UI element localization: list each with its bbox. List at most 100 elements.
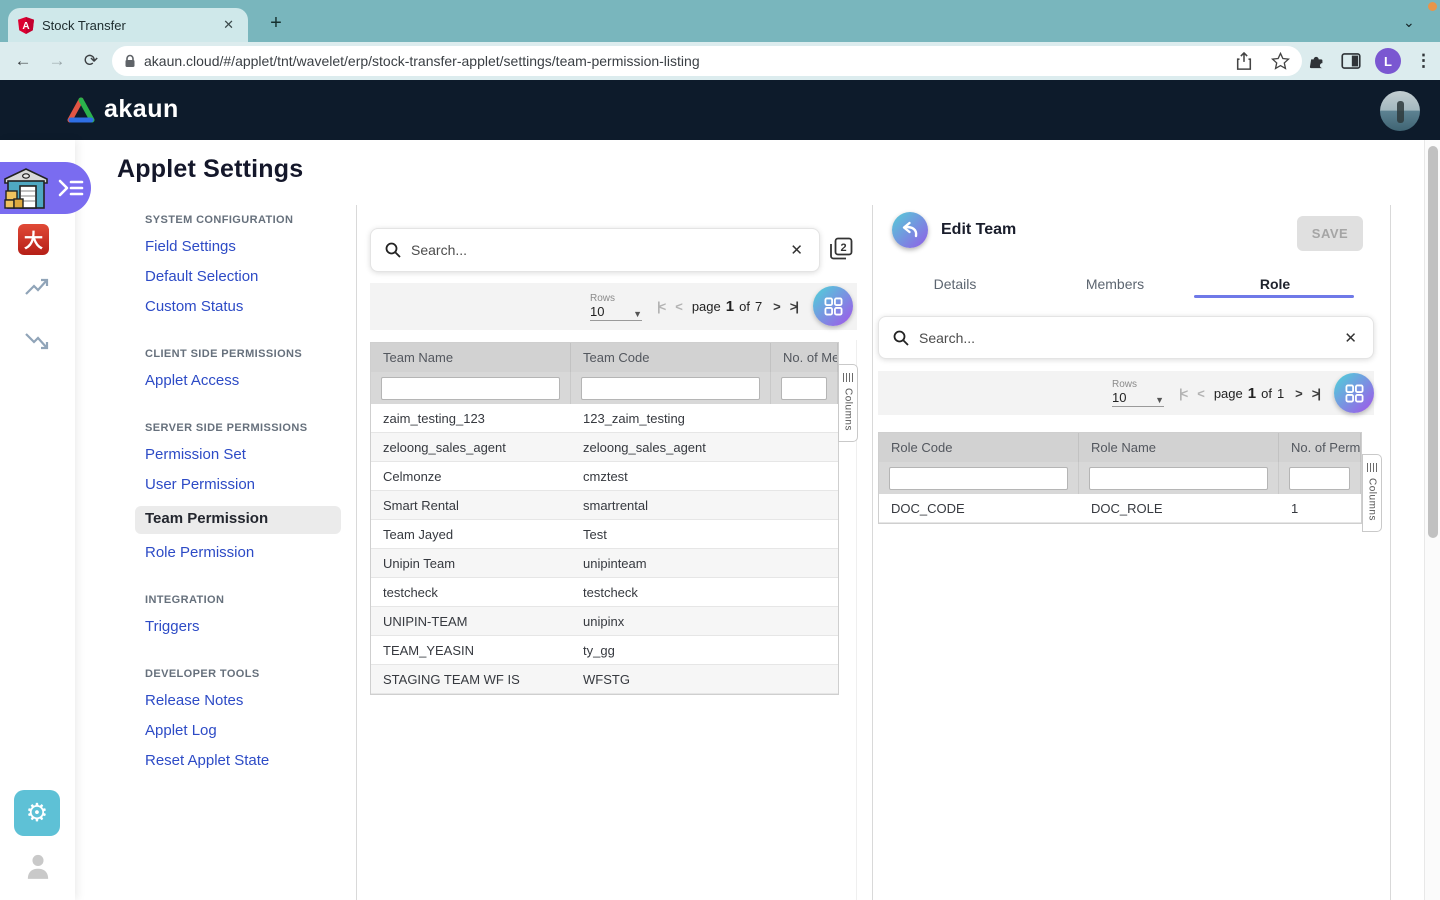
sidebar-item-field-settings[interactable]: Field Settings: [145, 238, 355, 258]
column-filter-input-no-of-members[interactable]: [781, 377, 827, 400]
share-icon[interactable]: [1235, 51, 1253, 71]
table-row[interactable]: STAGING TEAM WF ISWFSTG: [371, 665, 838, 694]
back-icon[interactable]: ←: [6, 51, 40, 71]
sidebar-item-default-selection[interactable]: Default Selection: [145, 268, 355, 288]
team-search-input[interactable]: [409, 241, 788, 259]
tab-details[interactable]: Details: [875, 270, 1035, 298]
sidebar-item-applet-log[interactable]: Applet Log: [145, 722, 355, 742]
column-header-no-of-members[interactable]: No. of Members: [771, 343, 838, 372]
role-columns-tab[interactable]: Columns: [1362, 454, 1382, 532]
settings-gear-button[interactable]: ⚙: [14, 790, 60, 836]
angular-icon: A: [18, 17, 34, 34]
side-panel-icon[interactable]: [1341, 52, 1361, 70]
tab-members[interactable]: Members: [1035, 270, 1195, 298]
trend-up-icon[interactable]: [24, 276, 50, 298]
table-row[interactable]: Unipin Teamunipinteam: [371, 549, 838, 578]
table-row[interactable]: testchecktestcheck: [371, 578, 838, 607]
filter-cell: [371, 372, 571, 404]
active-applet-pill[interactable]: [0, 162, 91, 214]
sidebar-item-custom-status[interactable]: Custom Status: [145, 298, 355, 318]
browser-tab[interactable]: A Stock Transfer ✕: [8, 8, 248, 42]
sidebar-item-team-permission[interactable]: Team Permission: [135, 506, 341, 534]
user-avatar[interactable]: [1380, 91, 1420, 131]
table-row[interactable]: zaim_testing_123123_zaim_testing: [371, 404, 838, 433]
sidebar-item-permission-set[interactable]: Permission Set: [145, 446, 355, 466]
table-cell: smartrental: [571, 491, 771, 519]
settings-nav: SYSTEM CONFIGURATION Field Settings Defaul…: [145, 214, 355, 772]
last-page-icon[interactable]: >|: [1312, 386, 1319, 401]
edit-team-title: Edit Team: [941, 221, 1016, 239]
column-header-team-code[interactable]: Team Code: [571, 343, 771, 372]
sidebar-item-release-notes[interactable]: Release Notes: [145, 692, 355, 712]
grid-view-button[interactable]: [813, 286, 853, 326]
table-cell: [771, 636, 838, 664]
sidebar-item-triggers[interactable]: Triggers: [145, 618, 355, 638]
columns-tab-label: Columns: [843, 388, 854, 431]
sidebar-item-applet-access[interactable]: Applet Access: [145, 372, 355, 392]
screen: A Stock Transfer ✕ + ⌄ ← → ⟳ akaun.cloud…: [0, 0, 1440, 900]
extensions-puzzle-icon[interactable]: [1307, 51, 1327, 71]
table-row[interactable]: Smart Rentalsmartrental: [371, 491, 838, 520]
clear-search-icon[interactable]: ✕: [788, 241, 805, 259]
column-header-team-name[interactable]: Team Name: [371, 343, 571, 372]
prev-page-icon[interactable]: <: [1197, 386, 1203, 401]
back-arrow-icon: [900, 221, 920, 239]
sidebar-item-user-permission[interactable]: User Permission: [145, 476, 355, 496]
browser-profile-avatar[interactable]: L: [1375, 48, 1401, 74]
rows-per-page-select[interactable]: 10 ▼: [1112, 390, 1164, 407]
team-table: Team NameTeam CodeNo. of Members zaim_tes…: [370, 342, 839, 695]
table-row[interactable]: TEAM_YEASINty_gg: [371, 636, 838, 665]
save-button[interactable]: SAVE: [1297, 216, 1363, 251]
next-page-icon[interactable]: >: [1295, 386, 1301, 401]
grid-view-button[interactable]: [1334, 373, 1374, 413]
column-filter-input-role-name[interactable]: [1089, 467, 1268, 490]
multi-window-icon[interactable]: 2: [827, 236, 854, 263]
sidebar-toggle-icon[interactable]: [58, 178, 84, 198]
page-scrollbar[interactable]: [1424, 140, 1440, 900]
rows-per-page-select[interactable]: 10 ▼: [590, 304, 642, 321]
bookmark-star-icon[interactable]: [1271, 52, 1290, 71]
sidebar-item-reset-applet-state[interactable]: Reset Applet State: [145, 752, 355, 772]
red-app-icon[interactable]: 大: [18, 224, 49, 255]
table-cell: [771, 433, 838, 461]
forward-icon[interactable]: →: [40, 51, 74, 71]
profile-person-icon[interactable]: [26, 853, 50, 879]
trend-down-icon[interactable]: [24, 330, 50, 352]
table-cell: 123_zaim_testing: [571, 404, 771, 432]
nav-section-header: SYSTEM CONFIGURATION: [145, 214, 355, 228]
table-cell: Smart Rental: [371, 491, 571, 519]
reload-icon[interactable]: ⟳: [74, 51, 108, 71]
role-pagination-bar: Rows 10 ▼ |< < page1of1 > >|: [878, 371, 1374, 415]
column-header-role-code[interactable]: Role Code: [879, 433, 1079, 462]
team-columns-tab[interactable]: Columns: [838, 364, 858, 442]
tabstrip-chevron-icon[interactable]: ⌄: [1403, 14, 1415, 31]
table-row[interactable]: Team JayedTest: [371, 520, 838, 549]
first-page-icon[interactable]: |<: [657, 299, 664, 314]
url-bar[interactable]: akaun.cloud/#/applet/tnt/wavelet/erp/sto…: [112, 46, 1302, 76]
column-filter-input-team-code[interactable]: [581, 377, 760, 400]
scrollbar-thumb[interactable]: [1428, 146, 1438, 538]
next-page-icon[interactable]: >: [773, 299, 779, 314]
last-page-icon[interactable]: >|: [790, 299, 797, 314]
gear-icon: ⚙: [26, 798, 48, 828]
table-row[interactable]: UNIPIN-TEAMunipinx: [371, 607, 838, 636]
prev-page-icon[interactable]: <: [675, 299, 681, 314]
back-button[interactable]: [892, 212, 928, 248]
table-row[interactable]: DOC_CODEDOC_ROLE1: [879, 494, 1361, 523]
role-search-input[interactable]: [917, 329, 1342, 347]
first-page-icon[interactable]: |<: [1179, 386, 1186, 401]
kebab-menu-icon[interactable]: ⋮: [1415, 51, 1432, 71]
column-filter-input-no-of-permissions[interactable]: [1289, 467, 1350, 490]
clear-search-icon[interactable]: ✕: [1342, 329, 1359, 347]
search-icon: [893, 330, 909, 346]
table-row[interactable]: Celmonzecmztest: [371, 462, 838, 491]
sidebar-item-role-permission[interactable]: Role Permission: [145, 544, 355, 564]
tab-close-icon[interactable]: ✕: [219, 15, 238, 35]
column-header-role-name[interactable]: Role Name: [1079, 433, 1279, 462]
column-header-no-of-permissions[interactable]: No. of Permissions: [1279, 433, 1361, 462]
column-filter-input-role-code[interactable]: [889, 467, 1068, 490]
new-tab-button[interactable]: +: [262, 9, 290, 37]
table-row[interactable]: zeloong_sales_agentzeloong_sales_agent: [371, 433, 838, 462]
tab-role[interactable]: Role: [1195, 270, 1355, 298]
column-filter-input-team-name[interactable]: [381, 377, 560, 400]
